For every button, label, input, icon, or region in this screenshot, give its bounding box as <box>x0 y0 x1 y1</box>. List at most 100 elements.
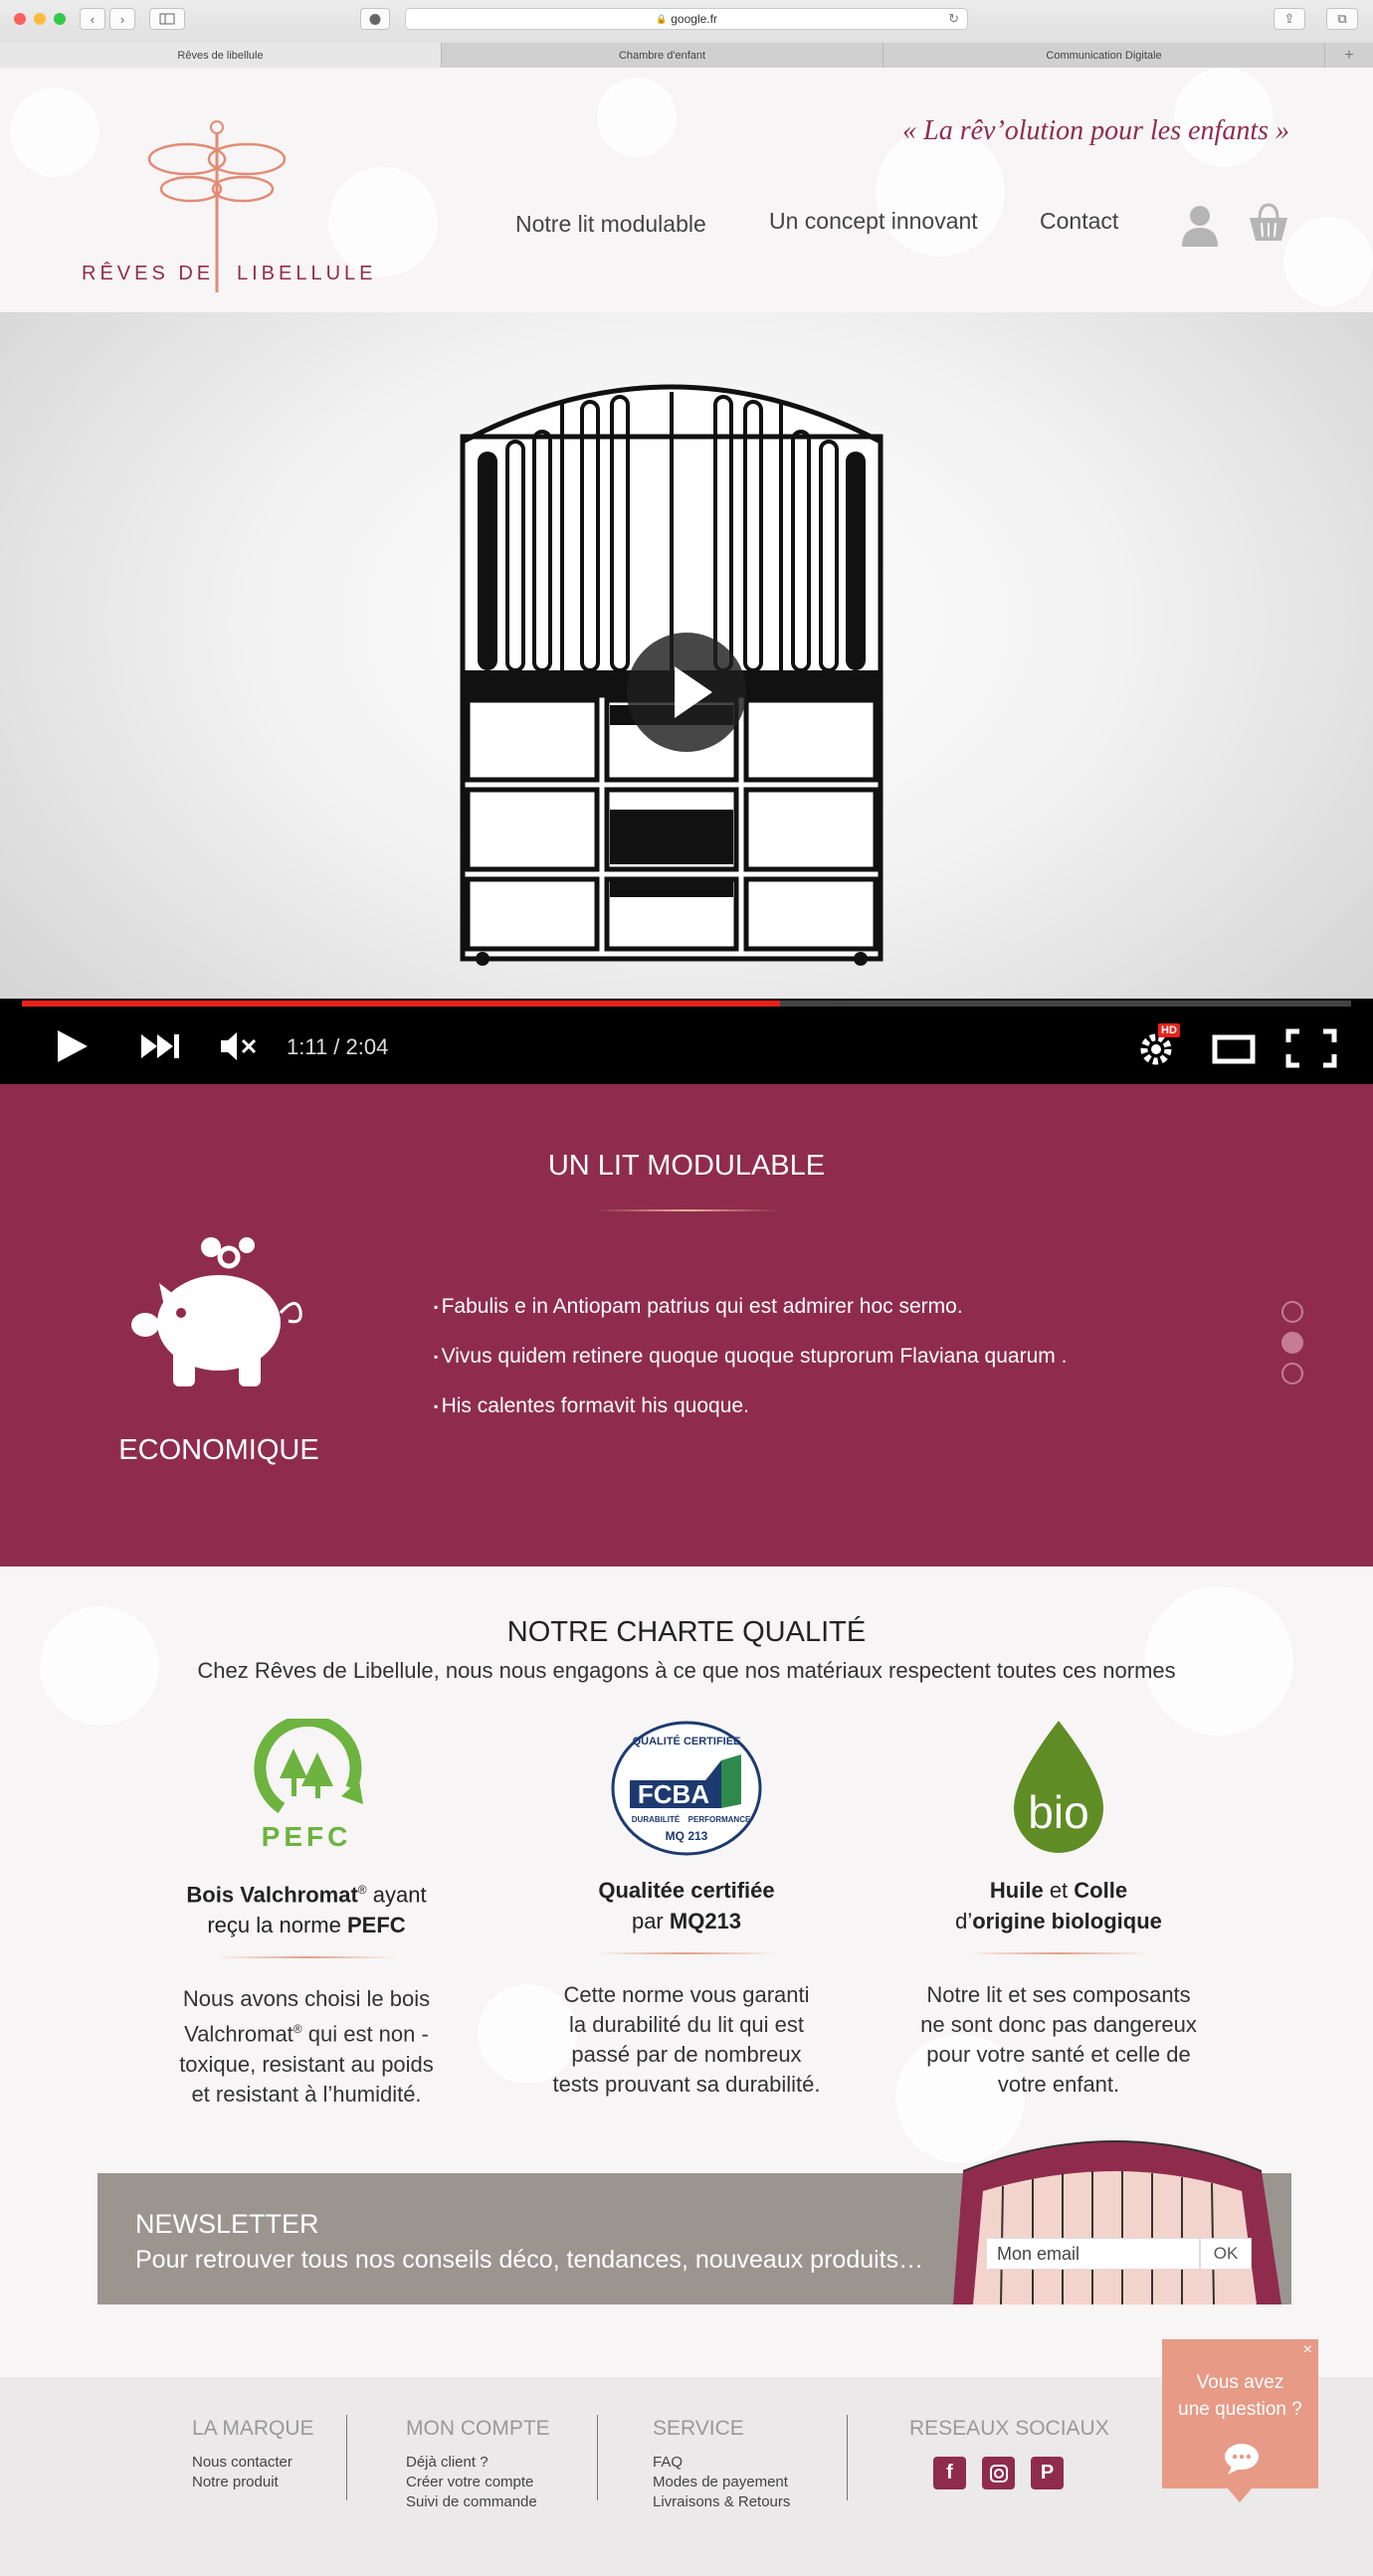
section-subtitle: Chez Rêves de Libellule, nous nous engag… <box>197 1658 1176 1683</box>
video-player[interactable]: 1:11 / 2:04 HD <box>0 312 1373 1084</box>
carousel-dots <box>1281 1301 1303 1393</box>
theater-mode-icon[interactable] <box>1212 1034 1256 1064</box>
section-title: NOTRE CHARTE QUALITÉ <box>506 1616 867 1648</box>
facebook-icon[interactable]: f <box>933 2457 966 2489</box>
close-window-button[interactable] <box>14 13 26 25</box>
crib-illustration <box>953 2140 1281 2304</box>
fullscreen-icon[interactable] <box>1285 1028 1337 1068</box>
footer-col-compte: MON COMPTE Déjà client ? Créer votre com… <box>406 2417 550 2512</box>
fcba-sub1-text: DURABILITÉ <box>632 1815 681 1824</box>
title-divider <box>595 1209 778 1211</box>
minimize-window-button[interactable] <box>34 13 46 25</box>
video-progress-fill <box>22 1001 780 1007</box>
email-field[interactable] <box>986 2238 1200 2270</box>
browser-chrome: ‹ › 🔒 google.fr ↻ ⇪ ⧉ Rêves de libellule… <box>0 0 1373 68</box>
tab-communication-digitale[interactable]: Communication Digitale <box>883 43 1325 68</box>
footer-link-faq[interactable]: FAQ <box>653 2453 790 2473</box>
lock-icon: 🔒 <box>656 13 668 24</box>
footer-link-deja-client[interactable]: Déjà client ? <box>406 2453 550 2473</box>
chat-prompt: Vous avez une question ? <box>1178 2372 1302 2420</box>
logo-text-left: RÊVES DE <box>82 263 215 284</box>
footer-heading: SERVICE <box>653 2417 744 2440</box>
chevron-right-icon: › <box>119 11 125 27</box>
footer-col-social: RESEAUX SOCIAUX f P <box>909 2417 1109 2489</box>
item-divider <box>217 1956 396 1959</box>
sidebar-toggle-button[interactable] <box>149 8 185 30</box>
bokeh-decoration <box>1283 217 1373 306</box>
footer-link-livraisons[interactable]: Livraisons & Retours <box>653 2492 790 2512</box>
pinterest-icon[interactable]: P <box>1031 2457 1064 2489</box>
show-tabs-button[interactable]: ⧉ <box>1326 8 1358 30</box>
carousel-dot-2[interactable] <box>1281 1332 1303 1354</box>
quality-item-fcba: QUALITÉ CERTIFIÉE FCBA DURABILITÉ PERFOR… <box>527 1714 846 2100</box>
hd-badge: HD <box>1158 1023 1180 1037</box>
footer-link-payement[interactable]: Modes de payement <box>653 2473 790 2492</box>
footer-divider <box>597 2415 598 2500</box>
window-controls <box>14 13 66 25</box>
play-icon[interactable] <box>56 1028 90 1064</box>
quality-heading: Huile et Colle d’origine biologique <box>955 1878 1162 1933</box>
shield-icon <box>369 13 381 25</box>
nav-link-lit-modulable[interactable]: Notre lit modulable <box>515 211 706 238</box>
bio-logo-text: bio <box>1028 1786 1088 1838</box>
item-divider <box>597 1952 776 1954</box>
modular-bed-section: UN LIT MODULABLE ECONOMIQUE Fabulis e in… <box>0 1084 1373 1566</box>
close-icon[interactable]: × <box>1303 2341 1312 2359</box>
footer-link-creer-compte[interactable]: Créer votre compte <box>406 2473 550 2492</box>
footer-col-service: SERVICE FAQ Modes de payement Livraisons… <box>653 2417 790 2512</box>
address-bar[interactable]: 🔒 google.fr ↻ <box>405 8 968 30</box>
zoom-window-button[interactable] <box>54 13 66 25</box>
privacy-button[interactable] <box>360 8 390 30</box>
quality-heading: Bois Valchromat® ayant reçu la norme PEF… <box>186 1882 427 1938</box>
carousel-dot-1[interactable] <box>1281 1301 1303 1323</box>
share-icon: ⇪ <box>1283 11 1295 26</box>
feature-bullets: Fabulis e in Antiopam patrius qui est ad… <box>434 1295 1068 1444</box>
chat-widget[interactable]: × Vous avez une question ? <box>1162 2339 1318 2502</box>
tagline: « La rêv’olution pour les enfants » <box>902 115 1289 146</box>
forward-button[interactable]: › <box>109 8 135 30</box>
speech-bubble-icon <box>1225 2444 1259 2475</box>
footer-link-produit[interactable]: Notre produit <box>192 2473 314 2492</box>
instagram-icon[interactable] <box>982 2457 1015 2489</box>
fcba-logo-icon: QUALITÉ CERTIFIÉE FCBA DURABILITÉ PERFOR… <box>611 1721 762 1856</box>
mute-icon[interactable] <box>219 1030 259 1062</box>
back-button[interactable]: ‹ <box>80 8 105 30</box>
item-divider <box>969 1952 1148 1954</box>
nav-link-concept[interactable]: Un concept innovant <box>769 208 978 235</box>
nav-link-contact[interactable]: Contact <box>1040 208 1118 235</box>
feature-bullet: His calentes formavit his quoque. <box>434 1394 1067 1418</box>
quality-heading: Qualitée certifiée par MQ213 <box>598 1878 775 1933</box>
video-time: 1:11 / 2:04 <box>287 1034 389 1059</box>
user-icon[interactable] <box>1180 203 1220 247</box>
new-tab-button[interactable]: + <box>1325 43 1373 68</box>
fcba-top-text: QUALITÉ CERTIFIÉE <box>633 1735 741 1748</box>
next-icon[interactable] <box>139 1032 181 1060</box>
quality-description: Nous avons choisi le bois Valchromat® qu… <box>179 1986 434 2107</box>
fcba-sub2-text: PERFORMANCE <box>688 1815 751 1824</box>
footer-link-contact[interactable]: Nous contacter <box>192 2453 314 2473</box>
newsletter-banner: NEWSLETTER Pour retrouver tous nos conse… <box>98 2140 1291 2304</box>
section-title: UN LIT MODULABLE <box>547 1150 826 1182</box>
basket-icon[interactable] <box>1248 203 1289 243</box>
piggy-bank-icon <box>131 1237 302 1386</box>
reload-icon[interactable]: ↻ <box>948 11 959 27</box>
big-play-button[interactable] <box>627 633 746 752</box>
quality-item-bio: bio Huile et Colle d’origine biologique … <box>899 1714 1218 2100</box>
footer-heading: LA MARQUE <box>192 2417 314 2440</box>
newsletter-submit-button[interactable]: OK <box>1200 2238 1252 2270</box>
bokeh-decoration <box>597 78 677 157</box>
quality-description: Notre lit et ses composants ne sont donc… <box>920 1982 1197 2097</box>
tab-strip: Rêves de libellule Chambre d'enfant Comm… <box>0 43 1373 68</box>
footer-heading: MON COMPTE <box>406 2417 550 2440</box>
share-button[interactable]: ⇪ <box>1274 8 1305 30</box>
tab-chambre-enfant[interactable]: Chambre d'enfant <box>442 43 883 68</box>
site-logo[interactable]: RÊVES DE LIBELLULE <box>78 117 376 296</box>
pefc-logo-icon: PEFC <box>254 1719 363 1852</box>
carousel-dot-3[interactable] <box>1281 1363 1303 1384</box>
video-progress-track[interactable] <box>22 1001 1351 1007</box>
quality-item-pefc: PEFC Bois Valchromat® ayant reçu la norm… <box>147 1714 466 2110</box>
chevron-left-icon: ‹ <box>90 11 96 27</box>
footer-link-suivi-commande[interactable]: Suivi de commande <box>406 2492 550 2512</box>
fcba-code-text: MQ 213 <box>666 1829 708 1843</box>
tab-reves-de-libellule[interactable]: Rêves de libellule <box>0 43 442 68</box>
